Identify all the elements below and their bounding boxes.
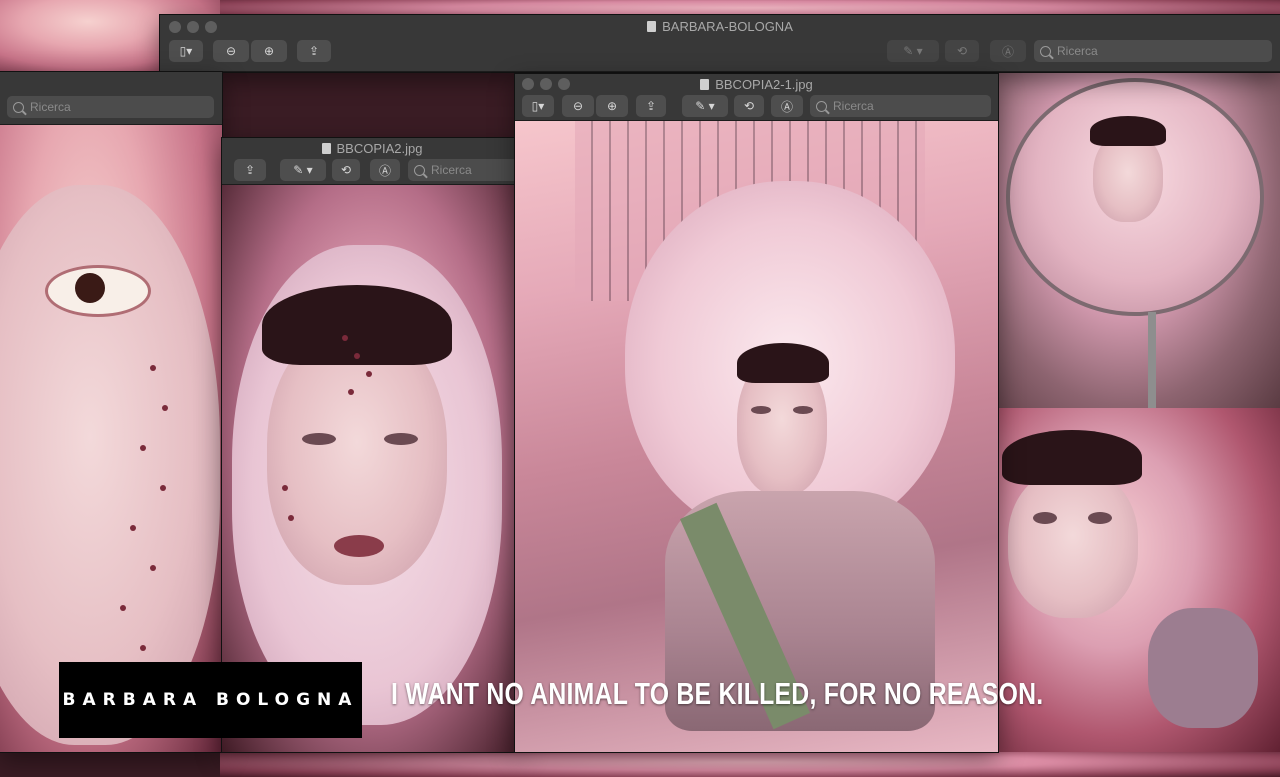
zoom-in-icon: ⊕ [606, 99, 618, 113]
window-titlebar: BBCOPIA2.jpg ⇪ ✎ ▾ ⟲ Ⓐ Ricerca [222, 138, 522, 185]
search-icon [414, 164, 425, 176]
background-photo-bottom [220, 752, 1280, 777]
annotate-button[interactable]: Ⓐ [990, 40, 1026, 62]
share-button[interactable]: ⇪ [297, 40, 331, 62]
image-figure-in-fur-hood [515, 121, 998, 752]
share-button[interactable]: ⇪ [636, 95, 666, 117]
sidebar-toggle-button[interactable]: ▯▾ [522, 95, 554, 117]
search-field[interactable]: Ricerca [1034, 40, 1272, 62]
sidebar-toggle-button[interactable]: ▯▾ [169, 40, 203, 62]
window-title: BBCOPIA2.jpg [222, 141, 522, 156]
annotate-button[interactable]: Ⓐ [370, 159, 400, 181]
share-icon: ⇪ [244, 163, 256, 177]
preview-window-left: Ricerca [0, 72, 222, 752]
search-icon [816, 100, 827, 112]
zoom-out-icon: ⊖ [225, 44, 237, 58]
markup-button[interactable]: ✎ ▾ [887, 40, 939, 62]
rotate-icon: ⟲ [743, 99, 755, 113]
window-titlebar: BBCOPIA2-1.jpg ▯▾ ⊖ ⊕ ⇪ ✎ ▾ ⟲ Ⓐ Ricerca [515, 74, 998, 121]
zoom-in-button[interactable]: ⊕ [251, 40, 287, 62]
sidebar-toggle-icon: ▯▾ [531, 99, 545, 113]
search-field[interactable]: Ricerca [408, 159, 518, 181]
document-icon [321, 143, 331, 154]
zoom-in-button[interactable]: ⊕ [596, 95, 628, 117]
zoom-out-button[interactable]: ⊖ [562, 95, 594, 117]
markup-button[interactable]: ✎ ▾ [682, 95, 728, 117]
rotate-button[interactable]: ⟲ [734, 95, 764, 117]
preview-window-back: BARBARA-BOLOGNA ▯▾ ⊖ ⊕ ⇪ ✎ ▾ ⟲ Ⓐ Ricerca [160, 15, 1280, 72]
annotate-button[interactable]: Ⓐ [771, 95, 803, 117]
document-icon [700, 79, 710, 90]
document-icon [647, 21, 657, 32]
search-icon [1040, 45, 1051, 57]
rotate-button[interactable]: ⟲ [332, 159, 360, 181]
share-icon: ⇪ [308, 44, 320, 58]
markup-pen-icon: ✎ ▾ [293, 163, 313, 177]
brand-logo-box[interactable]: BARBARA BOLOGNA [59, 662, 362, 738]
preview-window-front: BBCOPIA2-1.jpg ▯▾ ⊖ ⊕ ⇪ ✎ ▾ ⟲ Ⓐ Ricerca [515, 74, 998, 752]
search-icon [13, 101, 24, 113]
markup-pen-icon: ✎ ▾ [903, 44, 923, 58]
annotate-icon: Ⓐ [378, 163, 391, 178]
zoom-out-icon: ⊖ [572, 99, 584, 113]
brand-name: BARBARA BOLOGNA [62, 690, 359, 710]
zoom-in-icon: ⊕ [263, 44, 275, 58]
markup-pen-icon: ✎ ▾ [695, 99, 715, 113]
annotate-icon: Ⓐ [1001, 44, 1014, 59]
rotate-icon: ⟲ [956, 44, 968, 58]
search-field[interactable]: Ricerca [7, 96, 214, 118]
image-eye-closeup [0, 125, 222, 752]
search-field[interactable]: Ricerca [810, 95, 991, 117]
rotate-icon: ⟲ [340, 163, 352, 177]
window-titlebar: BARBARA-BOLOGNA ▯▾ ⊖ ⊕ ⇪ ✎ ▾ ⟲ Ⓐ Ricerca [160, 15, 1280, 72]
background-photo-mirror [998, 72, 1280, 408]
annotate-icon: Ⓐ [780, 99, 793, 114]
window-title: BBCOPIA2-1.jpg [515, 77, 998, 92]
slogan-headline: I WANT NO ANIMAL TO BE KILLED, FOR NO RE… [391, 676, 1044, 711]
rotate-button[interactable]: ⟲ [945, 40, 979, 62]
share-icon: ⇪ [645, 99, 657, 113]
zoom-out-button[interactable]: ⊖ [213, 40, 249, 62]
preview-window-middle: BBCOPIA2.jpg ⇪ ✎ ▾ ⟲ Ⓐ Ricerca [222, 138, 522, 752]
window-title: BARBARA-BOLOGNA [160, 19, 1280, 34]
window-titlebar: Ricerca [0, 72, 222, 125]
markup-button[interactable]: ✎ ▾ [280, 159, 326, 181]
share-button[interactable]: ⇪ [234, 159, 266, 181]
